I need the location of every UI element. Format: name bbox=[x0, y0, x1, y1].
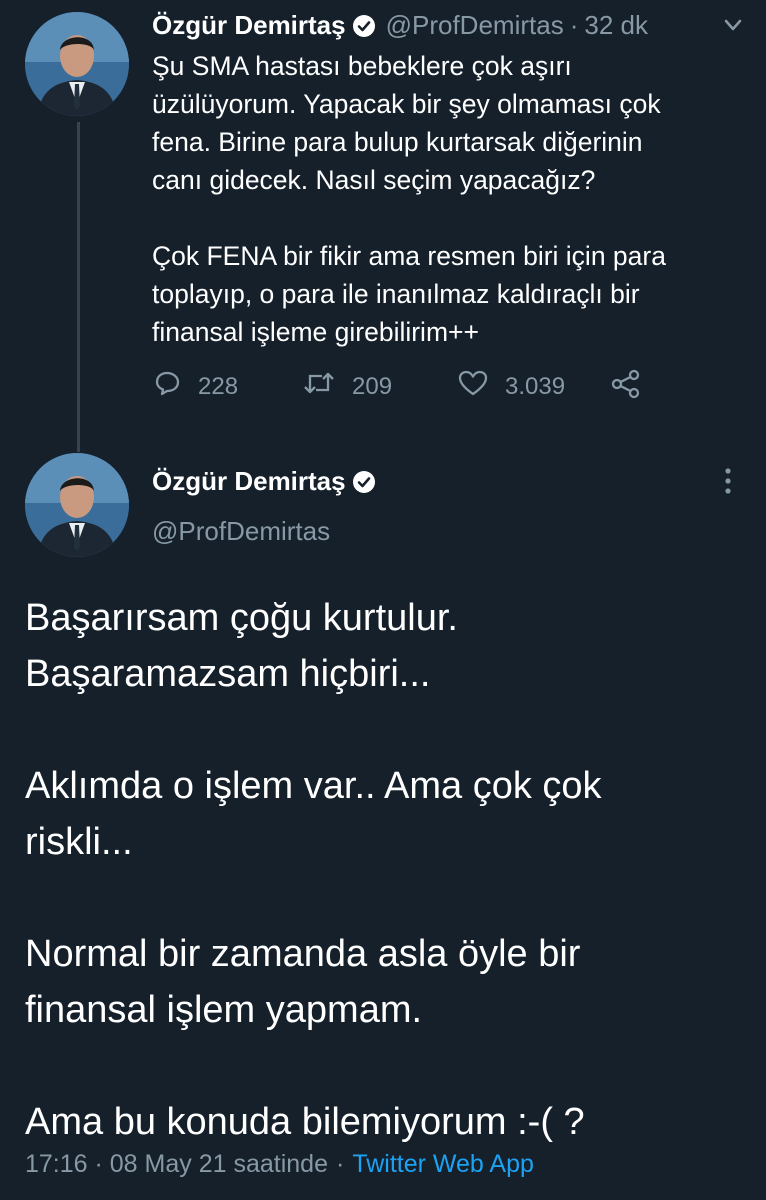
like-button[interactable]: 3.039 bbox=[457, 368, 565, 405]
separator-dot: · bbox=[569, 10, 579, 40]
like-icon bbox=[457, 368, 505, 405]
share-button[interactable] bbox=[610, 368, 658, 407]
tweet1-header: Özgür Demirtaş @ProfDemirtas · 32 dk bbox=[152, 10, 648, 45]
source-link[interactable]: Twitter Web App bbox=[352, 1150, 534, 1178]
author-name[interactable]: Özgür Demirtaş bbox=[152, 466, 346, 496]
timestamp[interactable]: 17:16 · 08 May 21 saatinde bbox=[25, 1150, 328, 1178]
reply-count: 228 bbox=[198, 372, 239, 400]
tweet2-footer: 17:16 · 08 May 21 saatinde · Twitter Web A… bbox=[25, 1150, 534, 1179]
avatar[interactable] bbox=[25, 12, 129, 116]
share-icon bbox=[610, 368, 658, 407]
retweet-icon bbox=[302, 368, 352, 405]
chevron-down-icon[interactable] bbox=[720, 12, 746, 43]
tweet1-text: Şu SMA hastası bebeklere çok aşırı üzülü… bbox=[152, 51, 666, 347]
verified-badge-icon bbox=[352, 14, 376, 45]
reply-icon bbox=[152, 368, 198, 405]
tweet2-author: Özgür Demirtaş bbox=[152, 466, 376, 499]
author-name[interactable]: Özgür Demirtaş bbox=[152, 10, 346, 40]
verified-badge-icon bbox=[352, 470, 376, 499]
author-handle[interactable]: @ProfDemirtas bbox=[386, 10, 564, 40]
retweet-count: 209 bbox=[352, 372, 393, 400]
tweet2-text: Başarırsam çoğu kurtulur. Başaramazsam h… bbox=[25, 597, 602, 1143]
thread-connector-line bbox=[77, 122, 80, 452]
separator-dot: · bbox=[335, 1150, 345, 1178]
like-count: 3.039 bbox=[505, 372, 566, 400]
more-options-icon[interactable] bbox=[720, 466, 736, 501]
retweet-button[interactable]: 209 bbox=[302, 368, 392, 405]
author-handle[interactable]: @ProfDemirtas bbox=[152, 516, 330, 547]
time-ago[interactable]: 32 dk bbox=[584, 10, 648, 40]
tweet1-actions: 228 209 3.039 bbox=[152, 368, 712, 408]
reply-button[interactable]: 228 bbox=[152, 368, 238, 405]
avatar[interactable] bbox=[25, 453, 129, 557]
